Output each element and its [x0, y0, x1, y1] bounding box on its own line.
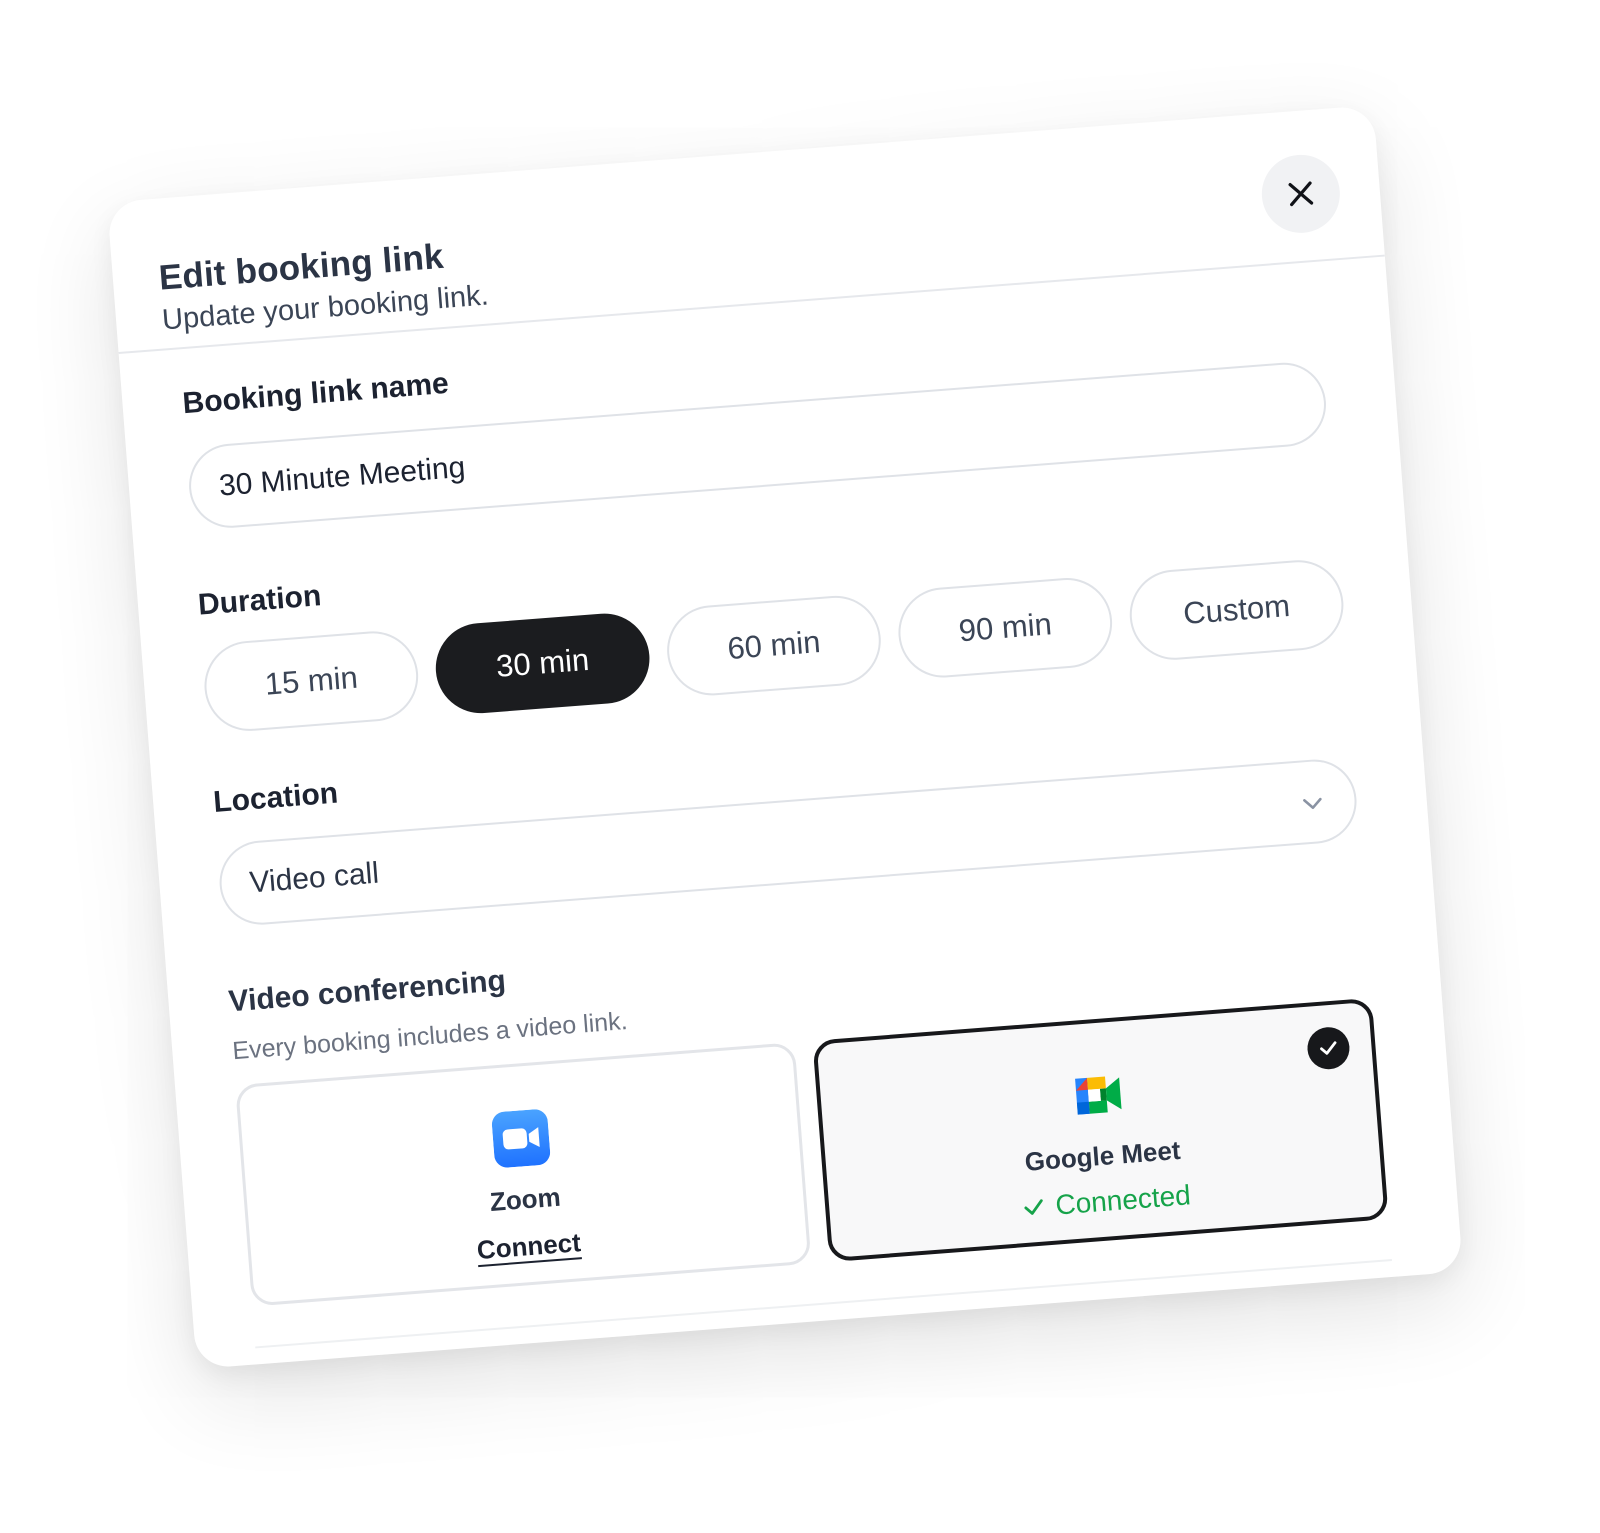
- duration-label: Duration: [196, 579, 323, 622]
- booking-name-label: Booking link name: [181, 366, 450, 421]
- google-meet-name: Google Meet: [1023, 1134, 1182, 1177]
- edit-booking-modal: Edit booking link Update your booking li…: [106, 105, 1464, 1369]
- duration-options: 15 min 30 min 60 min 90 min Custom: [201, 556, 1347, 735]
- zoom-name: Zoom: [488, 1181, 562, 1217]
- close-icon: [1288, 181, 1314, 207]
- google-meet-status: Connected: [1020, 1179, 1192, 1224]
- duration-option-90[interactable]: 90 min: [895, 574, 1116, 681]
- zoom-card[interactable]: Zoom Connect: [235, 1042, 812, 1307]
- modal-header: Edit booking link Update your booking li…: [106, 105, 1385, 354]
- selected-check-badge: [1305, 1025, 1352, 1071]
- location-label: Location: [212, 776, 340, 820]
- video-conferencing-title: Video conferencing: [227, 964, 507, 1019]
- location-value: Video call: [248, 856, 381, 900]
- video-conferencing-subtitle: Every booking includes a video link.: [231, 1006, 629, 1066]
- stage: Edit booking link Update your booking li…: [0, 0, 1600, 1533]
- duration-option-custom[interactable]: Custom: [1126, 556, 1347, 664]
- duration-option-15[interactable]: 15 min: [201, 628, 422, 735]
- zoom-connect-link[interactable]: Connect: [476, 1227, 582, 1266]
- chevron-down-icon: [1303, 797, 1322, 810]
- connected-label: Connected: [1054, 1179, 1192, 1221]
- zoom-icon: [491, 1109, 550, 1168]
- google-meet-card[interactable]: Google Meet Connected: [812, 997, 1389, 1263]
- duration-option-60[interactable]: 60 min: [663, 592, 885, 699]
- location-select[interactable]: Video call: [216, 756, 1360, 928]
- duration-option-30[interactable]: 30 min: [432, 610, 653, 717]
- check-icon: [1024, 1199, 1043, 1215]
- checkmark-icon: [1320, 1041, 1337, 1055]
- close-button[interactable]: [1258, 151, 1343, 236]
- google-meet-icon: [1074, 1076, 1122, 1115]
